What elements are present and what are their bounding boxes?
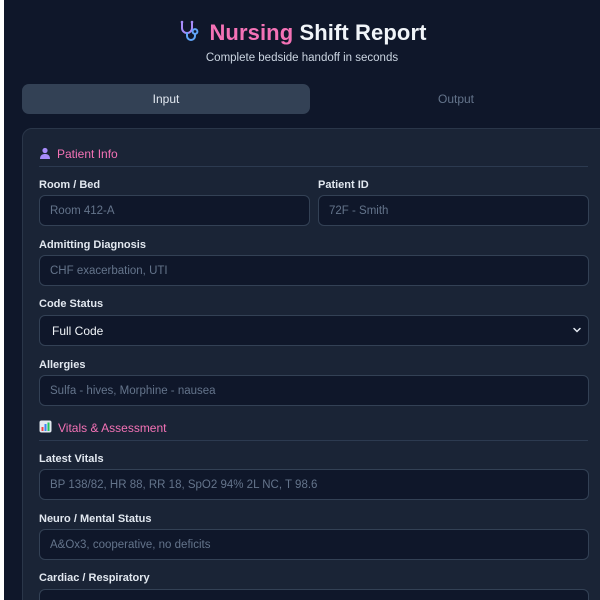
section-divider: [39, 440, 588, 441]
tab-bar: Input Output: [22, 84, 600, 114]
latest-vitals-label: Latest Vitals: [39, 453, 104, 465]
patient-id-label: Patient ID: [318, 179, 369, 191]
title-rest: Shift Report: [299, 20, 427, 45]
allergies-label: Allergies: [39, 359, 86, 371]
page-title: Nursing Shift Report: [209, 20, 426, 46]
page-header: Nursing Shift Report Complete bedside ha…: [4, 18, 600, 64]
latest-vitals-input[interactable]: BP 138/82, HR 88, RR 18, SpO2 94% 2L NC,…: [39, 469, 589, 500]
code-status-value: Full Code: [52, 323, 104, 338]
tab-input[interactable]: Input: [22, 84, 310, 114]
cardiac-label: Cardiac / Respiratory: [39, 572, 150, 584]
allergies-input[interactable]: Sulfa - hives, Morphine - nausea: [39, 375, 589, 406]
patient-id-input[interactable]: 72F - Smith: [318, 195, 589, 226]
section-divider: [39, 166, 588, 167]
stethoscope-icon: [177, 19, 201, 48]
page-subtitle: Complete bedside handoff in seconds: [205, 52, 399, 64]
room-bed-label: Room / Bed: [39, 179, 101, 191]
input-form-card: Patient Info Room / Bed Room 412-A Patie…: [22, 128, 600, 600]
section-title: Vitals & Assessment: [58, 421, 167, 435]
neuro-label: Neuro / Mental Status: [39, 513, 152, 525]
app-window: Nursing Shift Report Complete bedside ha…: [4, 0, 600, 600]
section-title: Patient Info: [57, 147, 118, 161]
section-patient-info: Patient Info: [39, 143, 118, 165]
admitting-diagnosis-input[interactable]: CHF exacerbation, UTI: [39, 255, 589, 286]
section-vitals: Vitals & Assessment: [39, 417, 167, 439]
title-accent: Nursing: [209, 20, 294, 45]
chart-icon: [39, 420, 52, 436]
code-status-label: Code Status: [39, 298, 104, 310]
person-icon: [39, 147, 51, 162]
title-row: Nursing Shift Report: [4, 18, 600, 48]
admitting-diagnosis-label: Admitting Diagnosis: [39, 239, 146, 251]
code-status-select[interactable]: Full Code: [39, 315, 589, 346]
cardiac-input[interactable]: [39, 589, 589, 600]
neuro-input[interactable]: A&Ox3, cooperative, no deficits: [39, 529, 589, 560]
chevron-down-icon: [572, 324, 582, 338]
room-bed-input[interactable]: Room 412-A: [39, 195, 310, 226]
tab-output[interactable]: Output: [312, 84, 600, 114]
